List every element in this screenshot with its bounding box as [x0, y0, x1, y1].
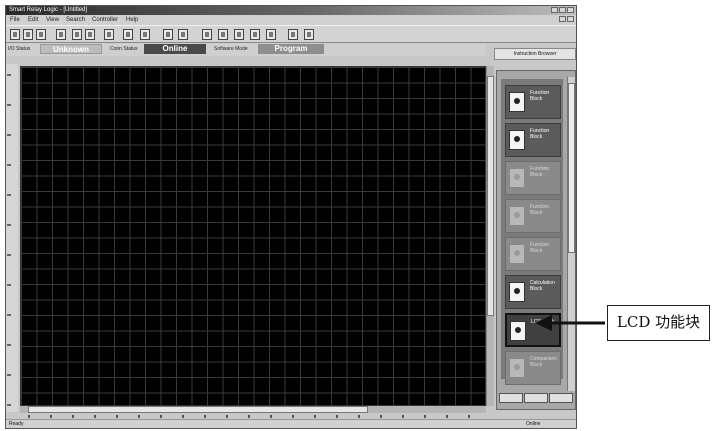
callout-arrow: [535, 315, 605, 331]
lcd-callout-label: LCD 功能块: [607, 305, 710, 341]
